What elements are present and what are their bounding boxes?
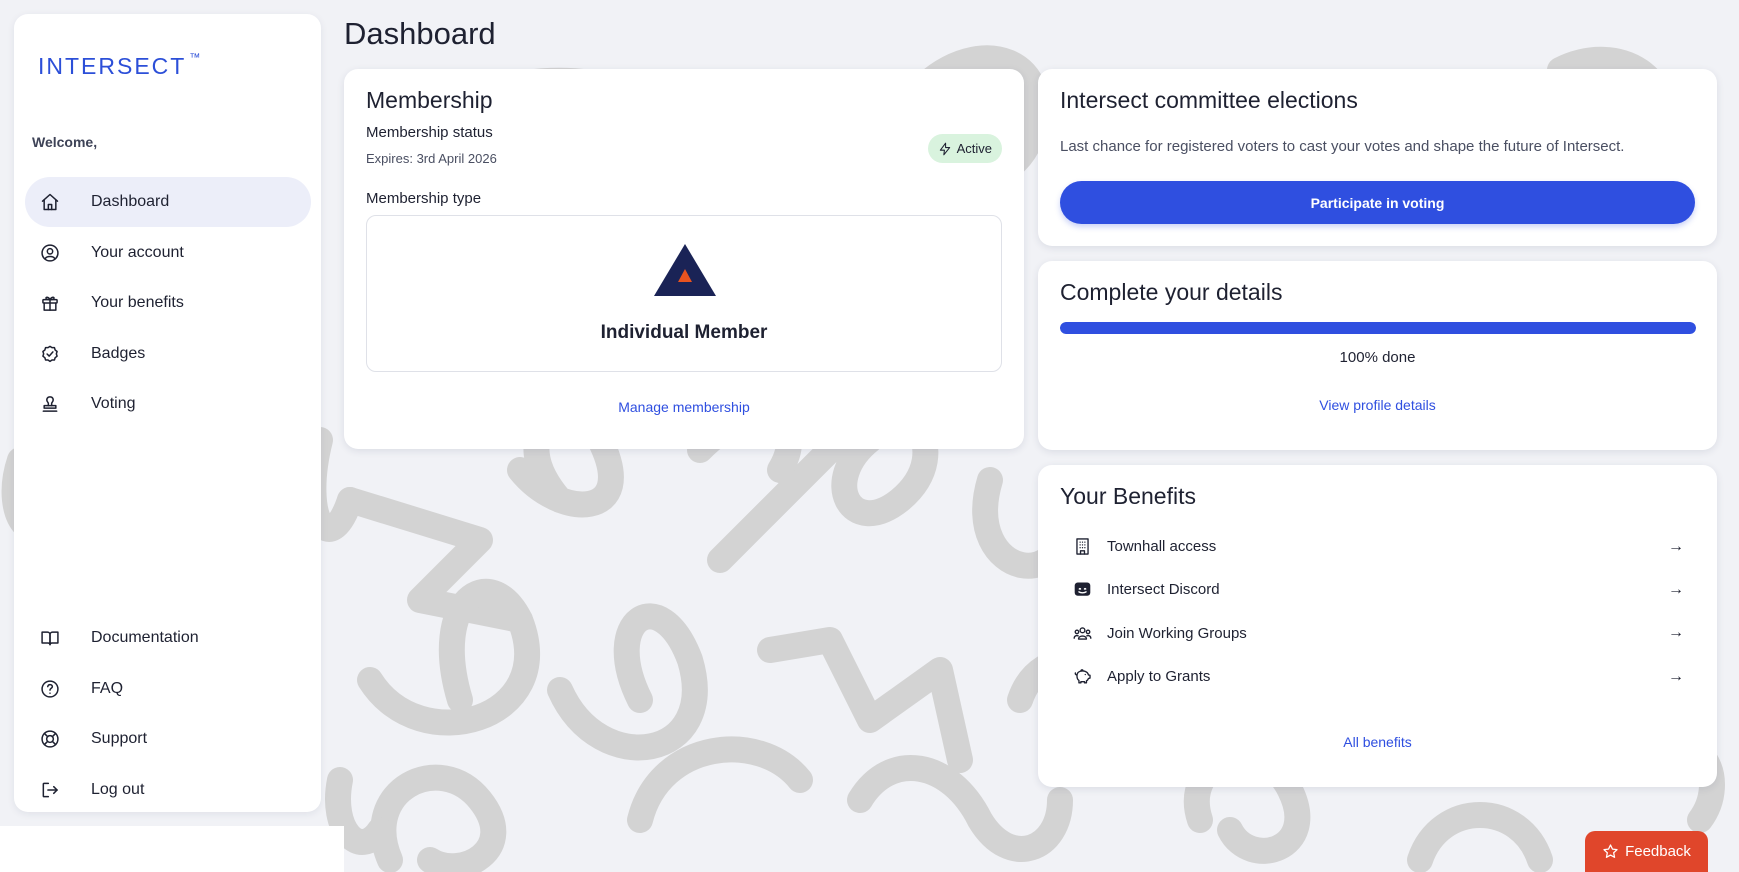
profile-progress-bar <box>1060 322 1696 334</box>
status-badge-text: Active <box>956 141 992 156</box>
vote-stamp-icon <box>39 393 61 415</box>
sidebar-item-label: Badges <box>91 344 146 362</box>
sidebar-item-your-benefits[interactable]: Your benefits <box>25 278 311 328</box>
user-circle-icon <box>39 242 61 264</box>
benefit-label: Intersect Discord <box>1107 581 1220 599</box>
sidebar-nav: Dashboard Your account Your benefits Bad… <box>25 177 311 430</box>
benefit-label: Apply to Grants <box>1107 668 1211 686</box>
benefit-townhall-access[interactable]: Townhall access → <box>1060 525 1696 568</box>
building-icon <box>1072 537 1092 557</box>
sidebar-item-label: Support <box>91 730 148 748</box>
feedback-button[interactable]: Feedback <box>1585 831 1708 872</box>
membership-type-name: Individual Member <box>600 322 768 343</box>
sidebar-item-label: Dashboard <box>91 193 170 210</box>
benefit-list: Townhall access → Intersect Discord → Jo… <box>1060 525 1696 698</box>
home-icon <box>39 191 61 213</box>
discord-icon <box>1072 580 1092 600</box>
membership-status-label: Membership status <box>366 124 493 141</box>
benefit-intersect-discord[interactable]: Intersect Discord → <box>1060 568 1696 611</box>
piggy-bank-icon <box>1072 667 1092 687</box>
log-out-icon <box>39 779 61 801</box>
sidebar-item-documentation[interactable]: Documentation <box>25 613 311 663</box>
sidebar-item-label: Your account <box>91 243 184 261</box>
status-badge: Active <box>927 134 1002 163</box>
profile-progress-fill <box>1060 322 1696 334</box>
help-circle-icon <box>39 678 61 700</box>
logo-text: INTERSECT <box>38 52 187 79</box>
arrow-right-icon: → <box>1668 580 1684 598</box>
benefit-apply-to-grants[interactable]: Apply to Grants → <box>1060 655 1696 698</box>
elections-description: Last chance for registered voters to cas… <box>1060 138 1625 155</box>
arrow-right-icon: → <box>1668 667 1684 685</box>
sidebar-item-voting[interactable]: Voting <box>25 379 311 429</box>
badge-check-icon <box>39 343 61 365</box>
sidebar-item-label: Log out <box>91 780 145 798</box>
view-profile-link[interactable]: View profile details <box>1038 397 1717 413</box>
membership-expiry: Expires: 3rd April 2026 <box>366 151 497 166</box>
benefit-label: Join Working Groups <box>1107 624 1247 642</box>
sidebar: INTERSECT ™ Welcome, Dashboard Your accou… <box>14 14 321 812</box>
membership-title: Membership <box>366 87 493 113</box>
sidebar-item-your-account[interactable]: Your account <box>25 228 311 278</box>
logo-trademark: ™ <box>189 52 201 64</box>
users-group-icon <box>1072 623 1092 643</box>
sidebar-item-label: FAQ <box>91 679 124 697</box>
all-benefits-link[interactable]: All benefits <box>1038 734 1717 750</box>
sidebar-item-faq[interactable]: FAQ <box>25 664 311 714</box>
benefits-card: Your Benefits Townhall access → Intersec… <box>1038 465 1717 787</box>
benefit-join-working-groups[interactable]: Join Working Groups → <box>1060 612 1696 655</box>
membership-type-label: Membership type <box>366 190 482 207</box>
sidebar-item-label: Voting <box>91 395 136 413</box>
manage-membership-link[interactable]: Manage membership <box>344 399 1024 415</box>
arrow-right-icon: → <box>1668 537 1684 555</box>
membership-type-box: Individual Member <box>366 215 1002 372</box>
membership-triangle-icon <box>654 244 716 296</box>
sidebar-item-label: Documentation <box>91 629 199 646</box>
sidebar-item-dashboard[interactable]: Dashboard <box>25 177 311 227</box>
details-title: Complete your details <box>1060 279 1283 305</box>
page-footer-strip <box>0 826 344 872</box>
elections-card: Intersect committee elections Last chanc… <box>1038 69 1717 246</box>
gift-icon <box>39 292 61 314</box>
participate-voting-button[interactable]: Participate in voting <box>1060 181 1695 224</box>
welcome-text: Welcome, <box>32 134 98 150</box>
page-title: Dashboard <box>344 16 496 51</box>
sidebar-item-support[interactable]: Support <box>25 714 311 764</box>
membership-card: Membership Membership status Expires: 3r… <box>344 69 1024 449</box>
feedback-label: Feedback <box>1625 843 1691 860</box>
lightning-icon <box>939 142 950 155</box>
intersect-logo[interactable]: INTERSECT ™ <box>38 38 200 94</box>
sidebar-item-log-out[interactable]: Log out <box>25 765 311 815</box>
complete-details-card: Complete your details 100% done View pro… <box>1038 261 1717 450</box>
sidebar-item-badges[interactable]: Badges <box>25 329 311 379</box>
progress-text: 100% done <box>1339 349 1416 366</box>
arrow-right-icon: → <box>1668 624 1684 642</box>
book-open-icon <box>39 627 61 649</box>
star-icon <box>1603 844 1618 858</box>
life-buoy-icon <box>39 728 61 750</box>
elections-title: Intersect committee elections <box>1060 87 1358 113</box>
benefit-label: Townhall access <box>1107 538 1217 556</box>
sidebar-bottom-nav: Documentation FAQ Support Log out <box>25 613 311 815</box>
sidebar-item-label: Your benefits <box>91 294 184 312</box>
benefits-title: Your Benefits <box>1060 483 1196 509</box>
